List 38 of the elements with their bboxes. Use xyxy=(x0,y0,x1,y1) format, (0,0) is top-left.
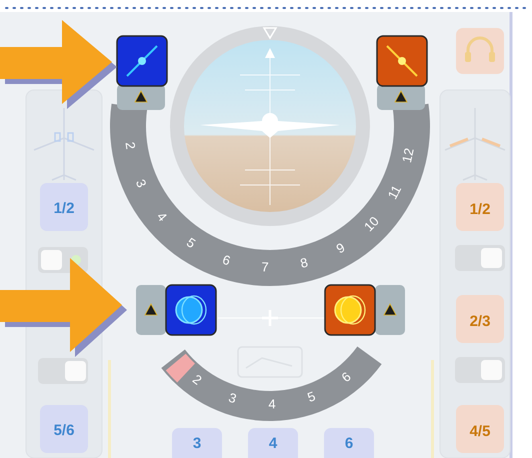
scale-number: 5 xyxy=(305,388,318,405)
warning-strip xyxy=(375,285,405,335)
scale-number: 2 xyxy=(190,371,205,388)
scale-number: 3 xyxy=(226,390,238,406)
scale-number: 12 xyxy=(399,146,417,164)
mode-button[interactable]: 4/5 xyxy=(456,405,504,453)
toggle-switch[interactable] xyxy=(455,245,505,271)
mode-button[interactable]: 5/6 xyxy=(40,405,88,453)
toggle-switch[interactable] xyxy=(38,358,88,384)
scale-number: 4 xyxy=(154,209,170,224)
toggle-button[interactable] xyxy=(324,284,376,336)
scale-number: 8 xyxy=(298,254,310,271)
toggle-button[interactable] xyxy=(165,284,217,336)
warning-strip xyxy=(136,285,166,335)
mode-button[interactable]: 2/3 xyxy=(456,295,504,343)
scale-number: 3 xyxy=(132,176,150,190)
pointer-icon xyxy=(262,27,278,40)
mode-button[interactable]: 1/2 xyxy=(40,183,88,231)
scale-number: 10 xyxy=(360,214,382,234)
headset-button[interactable] xyxy=(456,28,504,74)
toggle-switch[interactable] xyxy=(455,357,505,383)
scale-number: 5 xyxy=(184,234,198,252)
scale-number: 11 xyxy=(384,182,404,202)
scale-number: 9 xyxy=(334,240,348,256)
toggle-button[interactable] xyxy=(376,35,428,87)
scale-number: 2 xyxy=(122,141,138,150)
step-button[interactable]: 6 xyxy=(324,428,374,458)
step-button[interactable]: 4 xyxy=(248,428,298,458)
scale-number: 7 xyxy=(261,259,269,274)
mode-button[interactable]: 1/2 xyxy=(456,183,504,231)
scale-number: 6 xyxy=(220,252,232,268)
scale-number: 6 xyxy=(338,368,354,386)
pointer-icon xyxy=(265,48,275,58)
scale-number: 4 xyxy=(268,396,276,412)
airplane-icon xyxy=(33,107,95,181)
airplane-icon xyxy=(444,107,506,181)
step-button[interactable]: 3 xyxy=(172,428,222,458)
toggle-button[interactable] xyxy=(116,35,168,87)
